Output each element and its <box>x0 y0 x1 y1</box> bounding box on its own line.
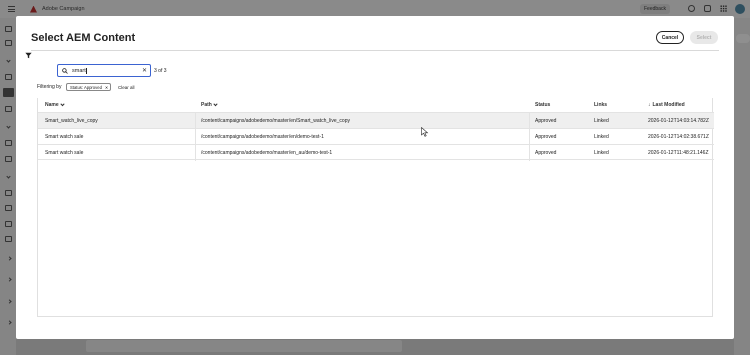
column-header-last-modified[interactable]: ↓ Last Modified <box>648 102 685 108</box>
content-icon[interactable] <box>5 190 12 196</box>
cell-path: /content/campaigns/adobedemo/master/en/S… <box>201 118 350 124</box>
column-divider <box>195 129 196 145</box>
filtering-by-label: Filtering by <box>37 84 62 90</box>
audience-icon[interactable] <box>5 140 12 146</box>
sort-arrow-down-icon: ↓ <box>648 102 651 108</box>
send-icon[interactable] <box>3 88 14 97</box>
chevron-right-icon[interactable] <box>7 299 12 304</box>
clear-all-button[interactable]: Clear all <box>118 85 135 90</box>
feedback-button[interactable]: Feedback <box>640 4 670 14</box>
cell-status: Approved <box>535 150 557 156</box>
table-row[interactable]: Smart watch sale /content/campaigns/adob… <box>38 128 714 145</box>
text-caret <box>86 68 87 74</box>
background-button <box>736 34 750 43</box>
chevron-down-icon[interactable] <box>6 124 11 129</box>
filter-tag-label: Status: Approved <box>70 84 102 90</box>
cell-name: Smart watch sale <box>45 150 84 156</box>
chevron-right-icon[interactable] <box>7 277 12 282</box>
column-label: Name <box>45 102 59 108</box>
chevron-right-icon[interactable] <box>7 320 12 325</box>
status-filter-tag[interactable]: Status: Approved ✕ <box>66 83 111 91</box>
chevron-down-icon <box>60 101 65 106</box>
table-header: Name Path Status Links ↓ Last Modified <box>38 98 714 112</box>
campaign-icon[interactable] <box>5 74 12 80</box>
chevron-down-icon[interactable] <box>6 58 11 63</box>
cell-modified: 2026-01-12T14:02:38.671Z <box>648 134 709 140</box>
app-title: Adobe Campaign <box>42 6 85 12</box>
cell-links: Linked <box>594 134 609 140</box>
bell-icon[interactable] <box>704 5 711 12</box>
cell-name: Smart_watch_live_copy <box>45 118 98 124</box>
chevron-down-icon[interactable] <box>6 174 11 179</box>
table-row[interactable]: Smart watch sale /content/campaigns/adob… <box>38 144 714 161</box>
column-header-links[interactable]: Links <box>594 102 607 108</box>
column-divider <box>195 113 196 129</box>
result-count: 3 of 3 <box>154 68 167 74</box>
admin-icon[interactable] <box>5 236 12 242</box>
remove-tag-icon[interactable]: ✕ <box>105 85 109 90</box>
folder-icon[interactable] <box>5 40 12 46</box>
column-divider <box>529 129 530 145</box>
chevron-right-icon[interactable] <box>7 256 12 261</box>
profile-icon[interactable] <box>5 156 12 162</box>
chevron-down-icon <box>213 101 218 106</box>
app-right-panel <box>734 18 750 355</box>
app-sidebar <box>0 18 16 355</box>
column-label: Last Modified <box>652 102 685 108</box>
home-icon[interactable] <box>5 26 12 32</box>
cell-links: Linked <box>594 150 609 156</box>
clear-search-icon[interactable]: ✕ <box>142 67 147 74</box>
column-divider <box>195 145 196 161</box>
column-divider <box>529 113 530 129</box>
table-row[interactable]: Smart_watch_live_copy /content/campaigns… <box>38 112 714 129</box>
search-icon <box>62 68 68 74</box>
journey-icon[interactable] <box>5 106 12 112</box>
apps-grid-icon[interactable] <box>720 5 727 12</box>
mouse-cursor-icon <box>421 127 429 137</box>
cell-status: Approved <box>535 118 557 124</box>
app-background-bar <box>86 340 402 352</box>
column-header-name[interactable]: Name <box>45 101 65 108</box>
cell-status: Approved <box>535 134 557 140</box>
search-value: smart <box>72 67 86 74</box>
cancel-button[interactable]: Cancel <box>656 31 684 44</box>
header-divider <box>31 50 719 51</box>
content-table: Name Path Status Links ↓ Last Modified Sm… <box>37 98 714 317</box>
select-button[interactable]: Select <box>690 31 718 44</box>
dialog-title: Select AEM Content <box>31 32 136 44</box>
column-label: Status <box>535 102 551 108</box>
cell-path: /content/campaigns/adobedemo/master/en/d… <box>201 134 324 140</box>
column-label: Links <box>594 102 608 108</box>
column-header-path[interactable]: Path <box>201 101 218 108</box>
filter-icon[interactable] <box>25 52 32 59</box>
cell-modified: 2026-01-12T11:48:21.146Z <box>648 150 709 156</box>
help-icon[interactable] <box>688 5 695 12</box>
hamburger-icon[interactable] <box>8 6 15 12</box>
avatar[interactable] <box>735 4 745 14</box>
reports-icon[interactable] <box>5 221 12 227</box>
cell-name: Smart watch sale <box>45 134 84 140</box>
search-input[interactable]: smart ✕ <box>57 64 151 77</box>
cell-path: /content/campaigns/adobedemo/master/en_a… <box>201 150 333 156</box>
cell-modified: 2026-01-12T14:03:14.782Z <box>648 118 709 124</box>
column-divider <box>529 145 530 161</box>
cell-links: Linked <box>594 118 609 124</box>
column-label: Path <box>201 102 212 108</box>
adobe-logo-icon <box>30 5 37 13</box>
column-header-status[interactable]: Status <box>535 102 550 108</box>
assets-icon[interactable] <box>5 205 12 211</box>
feedback-label: Feedback <box>644 6 666 12</box>
